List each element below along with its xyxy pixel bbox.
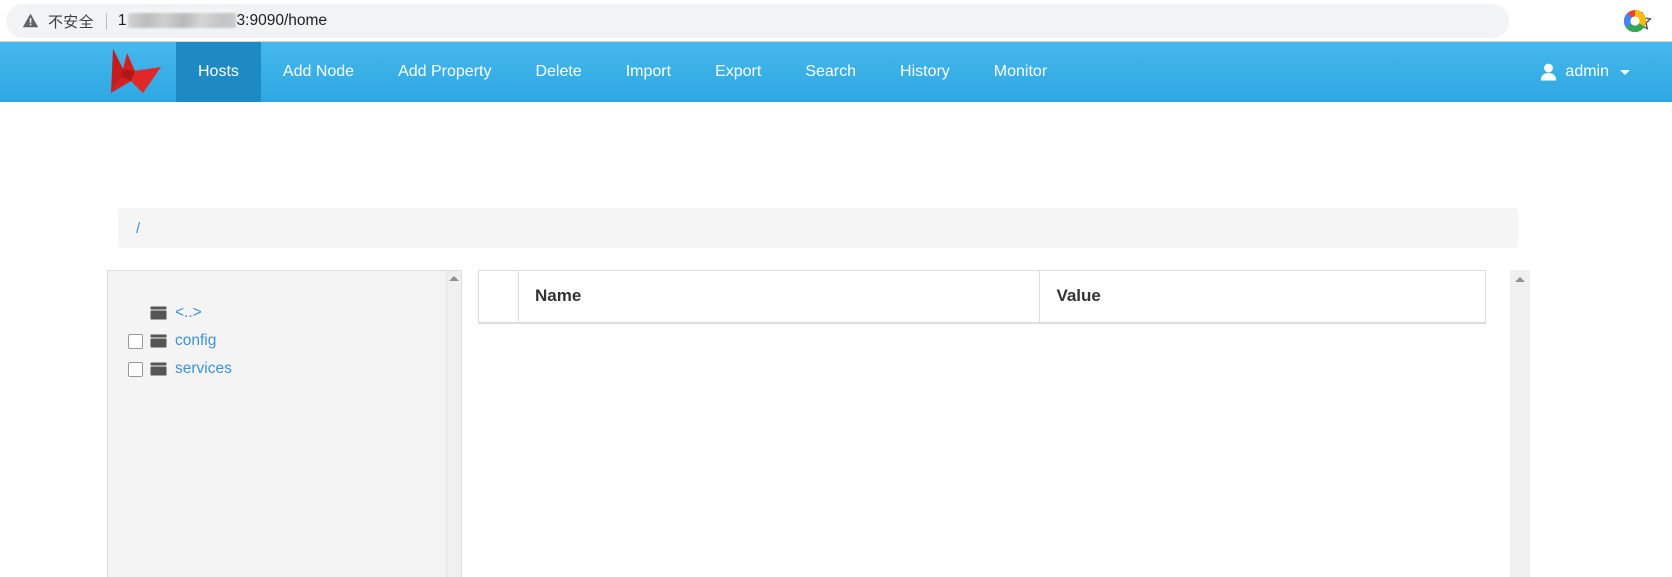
page-scrollbar[interactable] — [1510, 270, 1530, 577]
nav-item-monitor[interactable]: Monitor — [972, 42, 1069, 102]
node-tree-list: <..> config services — [108, 271, 461, 383]
tree-item-label[interactable]: services — [175, 360, 232, 378]
folder-icon — [150, 334, 167, 348]
warning-triangle-icon — [22, 12, 39, 29]
page-content: / <..> config services Name Value — [0, 102, 1672, 577]
user-icon — [1540, 63, 1557, 81]
table-header-value: Value — [1039, 270, 1486, 324]
url-redacted-block — [127, 12, 236, 28]
red-bird-logo[interactable] — [96, 42, 176, 102]
tree-item-services[interactable]: services — [128, 355, 461, 383]
browser-chrome: 不安全 1 3:9090/home — [0, 0, 1672, 42]
nav-item-add-node[interactable]: Add Node — [261, 42, 376, 102]
omnibox-divider — [105, 12, 107, 30]
scroll-up-arrow-icon[interactable] — [1515, 277, 1525, 282]
nav-item-export[interactable]: Export — [693, 42, 783, 102]
tree-item-checkbox[interactable] — [128, 361, 143, 377]
table-header-row: Name Value — [478, 270, 1486, 324]
folder-icon — [150, 362, 167, 376]
nav-item-search[interactable]: Search — [783, 42, 878, 102]
table-header-name: Name — [517, 270, 1041, 324]
property-table: Name Value — [478, 270, 1486, 324]
table-header-select — [478, 270, 519, 324]
url-text: 1 3:9090/home — [118, 12, 327, 30]
nav-item-history[interactable]: History — [878, 42, 972, 102]
address-bar[interactable]: 不安全 1 3:9090/home — [6, 4, 1509, 38]
tree-panel-scrollbar[interactable] — [446, 271, 461, 577]
nav-items: Hosts Add Node Add Property Delete Impor… — [176, 42, 1069, 102]
url-prefix: 1 — [117, 12, 127, 29]
node-tree-panel: <..> config services — [107, 270, 462, 577]
nav-item-add-property[interactable]: Add Property — [376, 42, 513, 102]
nav-item-hosts[interactable]: Hosts — [176, 42, 261, 102]
tree-item-label[interactable]: <..> — [175, 304, 202, 322]
breadcrumb: / — [118, 208, 1518, 248]
url-suffix: 3:9090/home — [236, 12, 328, 29]
scroll-up-arrow-icon[interactable] — [449, 276, 459, 281]
nav-item-delete[interactable]: Delete — [513, 42, 603, 102]
caret-down-icon — [1620, 69, 1630, 75]
folder-icon — [150, 306, 167, 320]
tree-item-checkbox[interactable] — [128, 333, 143, 349]
chrome-profile-icon[interactable] — [1622, 8, 1648, 34]
tree-item-config[interactable]: config — [128, 327, 461, 355]
tree-item-label[interactable]: config — [175, 332, 216, 350]
property-table-head: Name Value — [478, 270, 1486, 324]
user-menu[interactable]: admin — [1540, 42, 1672, 102]
tree-item-parent[interactable]: <..> — [128, 299, 461, 327]
property-table-container: Name Value — [478, 270, 1486, 324]
user-menu-label: admin — [1565, 63, 1609, 80]
main-navbar: Hosts Add Node Add Property Delete Impor… — [0, 42, 1672, 102]
breadcrumb-root-link[interactable]: / — [136, 220, 140, 237]
nav-item-import[interactable]: Import — [604, 42, 693, 102]
security-status-label: 不安全 — [48, 13, 94, 31]
